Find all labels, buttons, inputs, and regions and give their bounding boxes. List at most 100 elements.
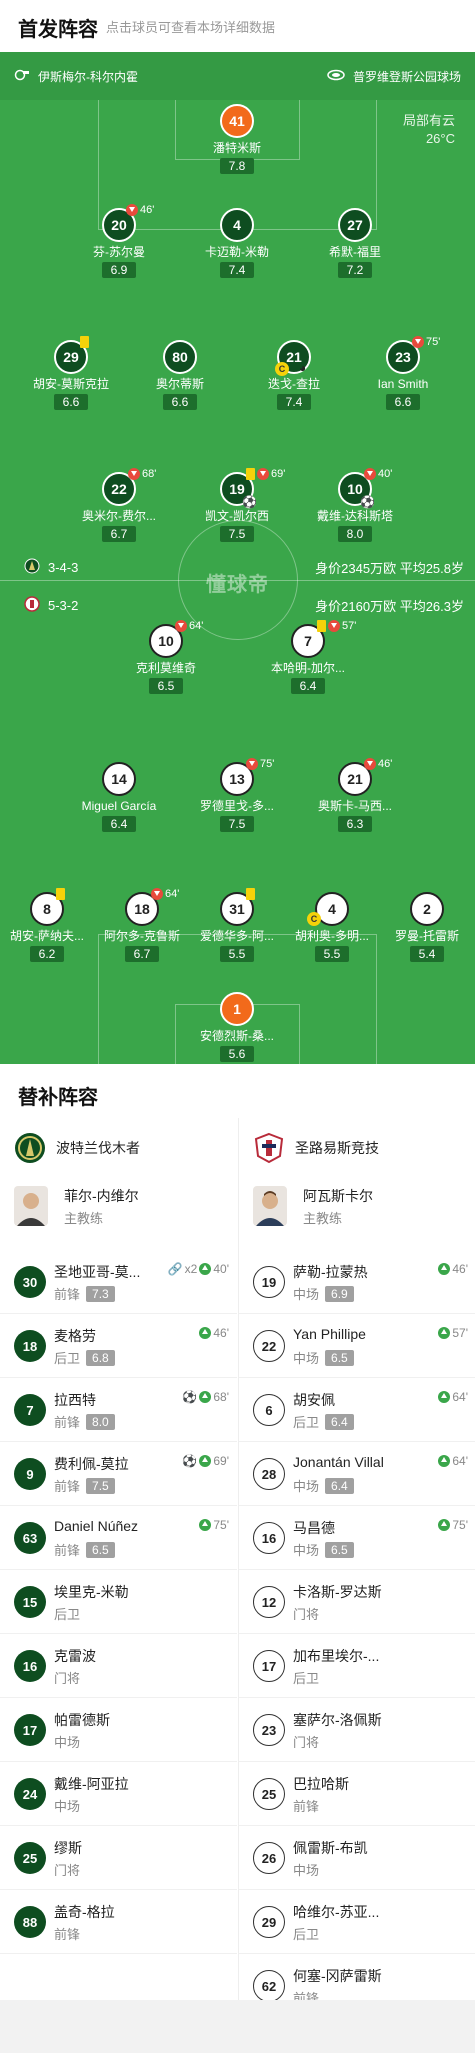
- sub-in-icon: [199, 1455, 212, 1467]
- home-team-row[interactable]: 波特兰伐木者: [14, 1130, 140, 1166]
- player-rating: 6.2: [30, 946, 64, 962]
- player-rating: 6.4: [102, 816, 136, 832]
- player-a31[interactable]: 31 爱德华多-阿... 5.5: [182, 888, 292, 963]
- sub-player-row[interactable]: 7 拉西特 前锋 8.0 ⚽ 68': [0, 1378, 237, 1442]
- player-h41[interactable]: 41 潘特米斯 7.8: [182, 104, 292, 175]
- lineup-title: 首发阵容: [18, 19, 98, 41]
- away-team-row[interactable]: 圣路易斯竞技: [253, 1130, 379, 1166]
- player-a7[interactable]: 57' 7 本哈明-加尔... 6.4: [253, 620, 363, 695]
- player-h4[interactable]: 4 卡迈勒-米勒 7.4: [182, 208, 292, 279]
- sub-player-name: 佩雷斯-布凯: [293, 1840, 368, 1856]
- home-team-info: 伊斯梅尔-科尔内霍: [14, 68, 138, 85]
- sub-player-row[interactable]: 23 塞萨尔-洛佩斯 门将: [239, 1698, 475, 1762]
- event-badges: 46': [364, 758, 392, 770]
- sub-player-row[interactable]: 6 胡安佩 后卫 6.4 64': [239, 1378, 475, 1442]
- sub-player-row[interactable]: 25 缪斯 门将: [0, 1826, 237, 1890]
- player-h10[interactable]: 40' 10 ⚽ 戴维-达科斯塔 8.0: [300, 468, 410, 543]
- sub-position-row: 前锋: [293, 1796, 319, 1815]
- sub-rating: 6.5: [325, 1349, 354, 1366]
- player-name: 凯文-凯尔西: [205, 509, 269, 523]
- sub-in-minute: 75': [452, 1518, 468, 1532]
- player-name: 卡迈勒-米勒: [205, 245, 269, 259]
- sub-player-row[interactable]: 16 克雷波 门将: [0, 1634, 237, 1698]
- sub-event: 75': [199, 1518, 229, 1532]
- player-name: 阿尔多-克鲁斯: [104, 929, 180, 943]
- player-a14[interactable]: 14 Miguel García 6.4: [64, 762, 174, 833]
- player-h21[interactable]: 21 C ◕ 迭戈-查拉 7.4: [239, 340, 349, 411]
- away-formation: 5-3-2: [48, 598, 79, 613]
- event-badges: 75': [412, 336, 440, 348]
- player-h20[interactable]: 46' 20 芬-苏尔曼 6.9: [64, 204, 174, 279]
- sub-player-row[interactable]: 24 戴维-阿亚拉 中场: [0, 1762, 237, 1826]
- st-louis-icon: [24, 596, 40, 615]
- sub-shirt-number: 6: [253, 1394, 285, 1426]
- player-h23[interactable]: 75' 23 Ian Smith 6.6: [348, 336, 458, 411]
- sub-shirt-number: 19: [253, 1266, 285, 1298]
- player-h27[interactable]: 27 希默-福里 7.2: [300, 208, 410, 279]
- sub-player-name: 埃里克-米勒: [54, 1584, 129, 1600]
- injury-icon: ◕: [299, 361, 307, 375]
- player-a1[interactable]: 1 安德烈斯-桑... 5.6: [182, 992, 292, 1063]
- coach-avatar: [253, 1186, 287, 1226]
- player-rating: 6.6: [163, 394, 197, 410]
- sub-position: 前锋: [54, 1415, 81, 1430]
- timbers-icon: [24, 558, 40, 577]
- sub-player-name: 塞萨尔-洛佩斯: [293, 1712, 382, 1728]
- player-h29[interactable]: 29 胡安-莫斯克拉 6.6: [16, 336, 126, 411]
- sub-position: 前锋: [54, 1543, 81, 1558]
- sub-player-name: 费利佩-莫拉: [54, 1456, 129, 1472]
- sub-player-row[interactable]: 22 Yan Phillipe 中场 6.5 57': [239, 1314, 475, 1378]
- player-a4[interactable]: C 4 胡利奥-多明... 5.5: [277, 892, 387, 963]
- sub-player-row[interactable]: 29 哈维尔-苏亚... 后卫: [239, 1890, 475, 1954]
- away-subs-column: 圣路易斯竞技 阿瓦斯卡尔 主教练 19 萨勒-拉蒙热 中场 6.9 46' 22 Yan P…: [238, 1118, 475, 2018]
- event-badges: [80, 336, 89, 348]
- player-h22[interactable]: 68' 22 奥米尔-费尔... 6.7: [64, 468, 174, 543]
- player-h19[interactable]: 69' 19 ⚽ 凯文-凯尔西 7.5: [182, 468, 292, 543]
- timbers-crest-icon: [14, 1132, 46, 1164]
- sub-rating: 7.5: [86, 1477, 115, 1494]
- shirt-number: 2: [410, 892, 444, 926]
- sub-player-row[interactable]: 19 萨勒-拉蒙热 中场 6.9 46': [239, 1250, 475, 1314]
- sub-out-icon: [412, 336, 424, 348]
- sub-shirt-number: 29: [253, 1906, 285, 1938]
- sub-player-row[interactable]: 88 盖奇-格拉 前锋: [0, 1890, 237, 1954]
- player-a2[interactable]: 2 罗曼-托雷斯 5.4: [372, 892, 475, 963]
- sub-player-row[interactable]: 26 佩雷斯-布凯 中场: [239, 1826, 475, 1890]
- sub-player-row[interactable]: 15 埃里克-米勒 后卫: [0, 1570, 237, 1634]
- sub-in-icon: [199, 1327, 212, 1339]
- sub-player-row[interactable]: 12 卡洛斯-罗达斯 门将: [239, 1570, 475, 1634]
- event-badges: 64': [151, 888, 179, 900]
- sub-player-row[interactable]: 16 马昌德 中场 6.5 75': [239, 1506, 475, 1570]
- player-a18[interactable]: 64' 18 阿尔多-克鲁斯 6.7: [87, 888, 197, 963]
- sub-player-row[interactable]: 17 帕雷德斯 中场: [0, 1698, 237, 1762]
- sub-player-row[interactable]: 17 加布里埃尔-... 后卫: [239, 1634, 475, 1698]
- sub-shirt-number: 9: [14, 1458, 46, 1490]
- player-a10[interactable]: 64' 10 克利莫维奇 6.5: [111, 620, 221, 695]
- event-badges: [56, 888, 65, 900]
- sub-in-minute: 46': [213, 1326, 229, 1340]
- sub-player-row[interactable]: 25 巴拉哈斯 前锋: [239, 1762, 475, 1826]
- player-a21[interactable]: 46' 21 奥斯卡-马西... 6.3: [300, 758, 410, 833]
- sub-position: 中场: [293, 1863, 320, 1878]
- sub-player-row[interactable]: 63 Daniel Núñez 前锋 6.5 75': [0, 1506, 237, 1570]
- sub-position-row: 中场: [54, 1732, 80, 1751]
- sub-rating: 6.4: [325, 1413, 354, 1430]
- player-name: 安德烈斯-桑...: [200, 1029, 274, 1043]
- coach-name: 阿瓦斯卡尔: [303, 1188, 373, 1204]
- temperature-text: 26°C: [425, 131, 455, 146]
- event-badges: 64': [175, 620, 203, 632]
- player-rating: 7.5: [220, 526, 254, 542]
- sub-player-row[interactable]: 28 Jonantán Villal 中场 6.4 64': [239, 1442, 475, 1506]
- sub-position: 中场: [54, 1799, 81, 1814]
- sub-player-name: 加布里埃尔-...: [293, 1648, 380, 1664]
- player-h80[interactable]: 80 奥尔蒂斯 6.6: [125, 340, 235, 411]
- sub-shirt-number: 24: [14, 1778, 46, 1810]
- venue-info: 普罗维登斯公园球场: [327, 68, 461, 85]
- sub-player-row[interactable]: 18 麦格劳 后卫 6.8 46': [0, 1314, 237, 1378]
- player-a13[interactable]: 75' 13 罗德里戈-多... 7.5: [182, 758, 292, 833]
- subs-header: 替补阵容: [0, 1064, 475, 1118]
- sub-minute: 40': [378, 468, 393, 480]
- sub-player-row[interactable]: 30 圣地亚哥-莫... 前锋 7.3 🔗 x2 40': [0, 1250, 237, 1314]
- sub-player-row[interactable]: 9 费利佩-莫拉 前锋 7.5 ⚽ 69': [0, 1442, 237, 1506]
- stadium-icon: [327, 69, 345, 84]
